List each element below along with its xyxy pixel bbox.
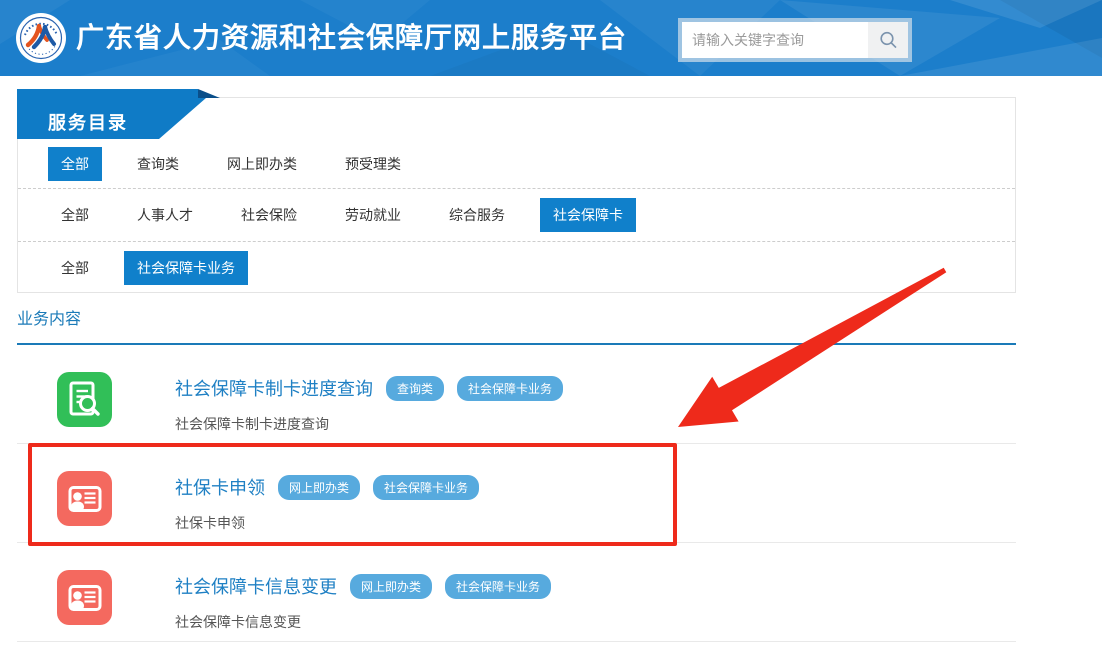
filter-cat-all[interactable]: 全部 [48, 198, 102, 232]
service-body: 社会保障卡信息变更 网上即办类 社会保障卡业务 社会保障卡信息变更 [175, 573, 551, 632]
filter-cat-social-card[interactable]: 社会保障卡 [540, 198, 636, 232]
filter-cat-insurance[interactable]: 社会保险 [228, 198, 310, 232]
service-body: 社会保障卡制卡进度查询 查询类 社会保障卡业务 社会保障卡制卡进度查询 [175, 375, 563, 434]
filter-cat-general[interactable]: 综合服务 [436, 198, 518, 232]
filter-row-business: 全部 社会保障卡业务 [18, 241, 1015, 293]
filter-row-category: 全部 人事人才 社会保险 劳动就业 综合服务 社会保障卡 [18, 188, 1015, 241]
service-title-link[interactable]: 社保卡申领 [175, 474, 265, 500]
service-list: 社会保障卡制卡进度查询 查询类 社会保障卡业务 社会保障卡制卡进度查询 社保卡申… [17, 345, 1016, 642]
search-icon [878, 30, 898, 50]
filter-type-online[interactable]: 网上即办类 [214, 147, 310, 181]
service-tag: 网上即办类 [350, 574, 432, 599]
service-title-link[interactable]: 社会保障卡制卡进度查询 [175, 375, 373, 401]
filter-biz-social-card[interactable]: 社会保障卡业务 [124, 251, 248, 285]
filter-type-preaccept[interactable]: 预受理类 [332, 147, 414, 181]
filter-type-query[interactable]: 查询类 [124, 147, 192, 181]
filter-row-type: 全部 查询类 网上即办类 预受理类 [18, 140, 1015, 188]
service-tag: 社会保障卡业务 [457, 376, 563, 401]
service-item-card-info-change: 社会保障卡信息变更 网上即办类 社会保障卡业务 社会保障卡信息变更 [17, 543, 1016, 642]
search-button[interactable] [868, 22, 908, 58]
filter-cat-employment[interactable]: 劳动就业 [332, 198, 414, 232]
id-card-icon [57, 471, 112, 526]
service-description: 社会保障卡制卡进度查询 [175, 414, 563, 434]
search-bar [678, 18, 912, 62]
service-title-link[interactable]: 社会保障卡信息变更 [175, 573, 337, 599]
filter-type-all[interactable]: 全部 [48, 147, 102, 181]
filter-biz-all[interactable]: 全部 [48, 251, 102, 285]
search-input[interactable] [682, 22, 868, 58]
service-tag: 网上即办类 [278, 475, 360, 500]
service-catalog-panel: 服务目录 全部 查询类 网上即办类 预受理类 全部 人事人才 社会保险 劳动就业… [17, 97, 1016, 293]
service-body: 社保卡申领 网上即办类 社会保障卡业务 社保卡申领 [175, 474, 479, 533]
service-tag: 查询类 [386, 376, 444, 401]
app-header: 广东省人力资源和社会保障厅网上服务平台 [0, 0, 1102, 76]
service-tag: 社会保障卡业务 [373, 475, 479, 500]
service-item-card-apply: 社保卡申领 网上即办类 社会保障卡业务 社保卡申领 [17, 444, 1016, 543]
section-title: 业务内容 [17, 311, 81, 328]
service-description: 社保卡申领 [175, 513, 479, 533]
catalog-banner-label: 服务目录 [48, 109, 128, 135]
filter-cat-hr[interactable]: 人事人才 [124, 198, 206, 232]
service-item-card-progress: 社会保障卡制卡进度查询 查询类 社会保障卡业务 社会保障卡制卡进度查询 [17, 345, 1016, 444]
service-description: 社会保障卡信息变更 [175, 612, 551, 632]
gdhrss-logo [16, 13, 66, 63]
document-search-icon [57, 372, 112, 427]
service-tag: 社会保障卡业务 [445, 574, 551, 599]
page-title: 广东省人力资源和社会保障厅网上服务平台 [76, 0, 627, 76]
section-header: 业务内容 [17, 305, 1016, 345]
id-card-icon [57, 570, 112, 625]
